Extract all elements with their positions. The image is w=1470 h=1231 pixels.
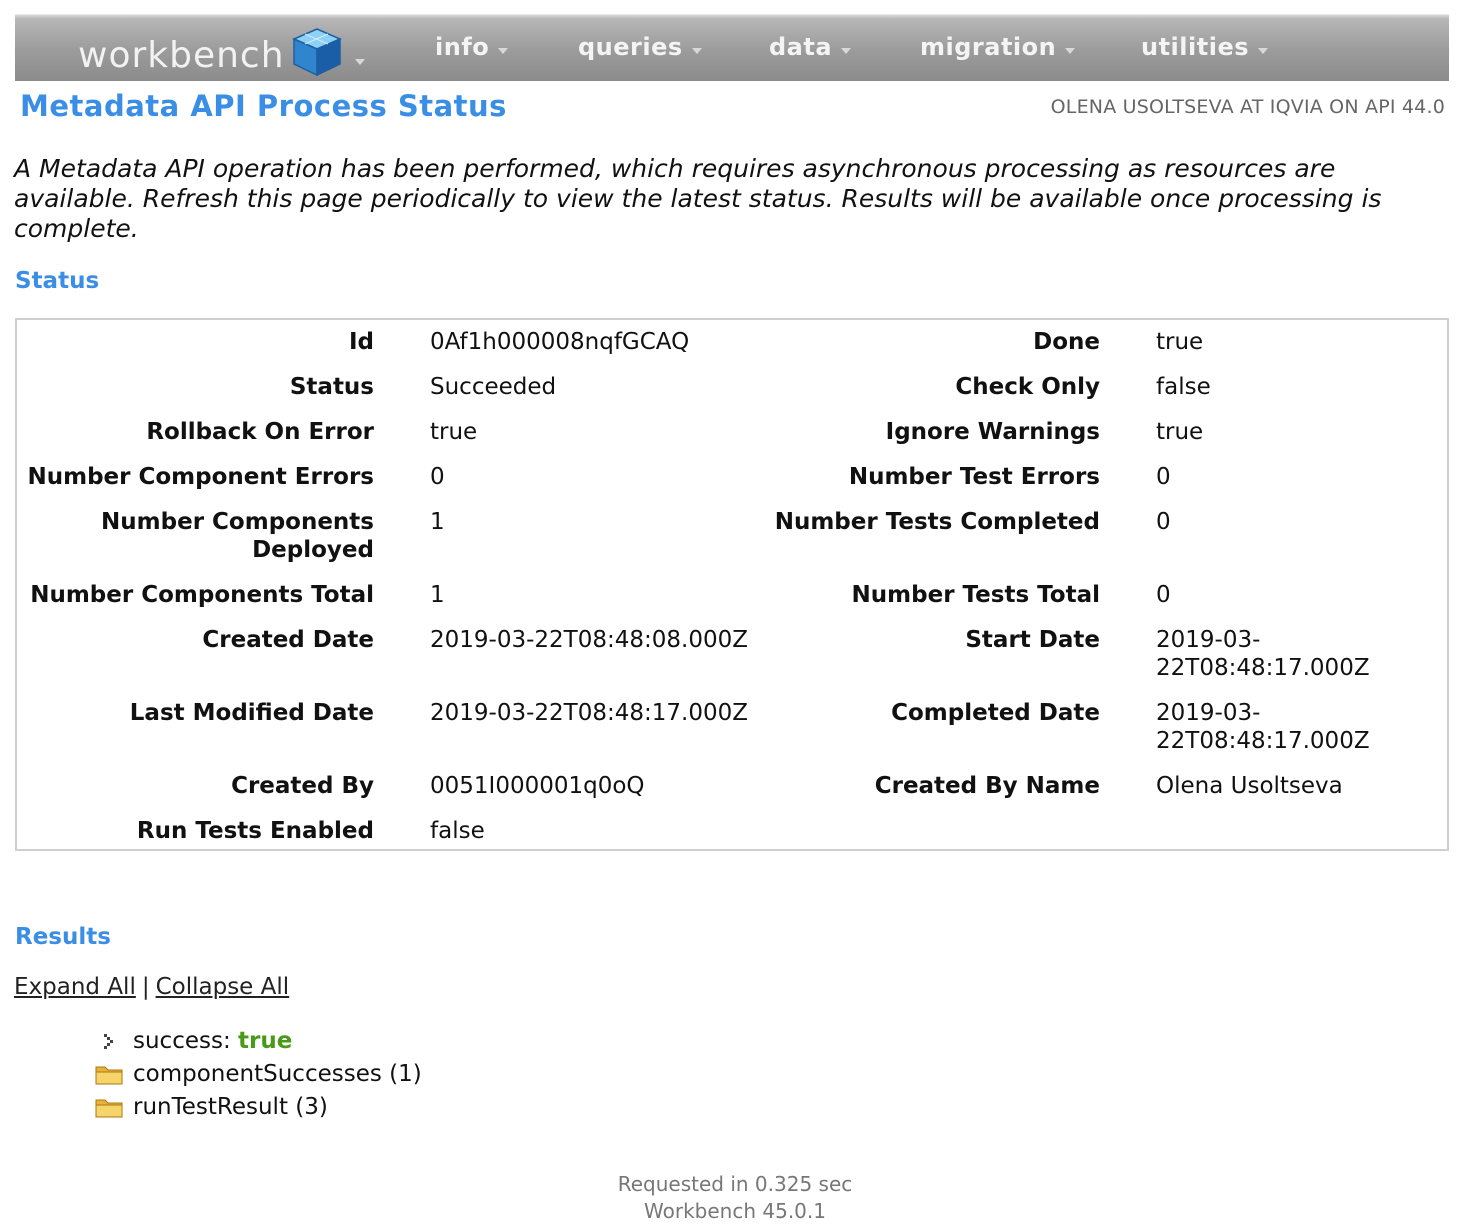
status-row: Run Tests Enabled false <box>17 817 1447 862</box>
brand-menu[interactable]: workbench <box>78 25 365 86</box>
tree-controls: Expand All | Collapse All <box>14 974 289 1000</box>
status-label: Status <box>289 374 374 400</box>
status-value: false <box>430 818 485 844</box>
status-row: Created By 0051I000001q0oQ Created By Name… <box>17 772 1447 817</box>
status-row: Number Components Deployed 1 Number Tests … <box>17 508 1447 581</box>
status-label: Number Components Total <box>30 582 374 608</box>
menu-data[interactable]: data <box>769 33 852 61</box>
menu-migration[interactable]: migration <box>920 33 1076 61</box>
footer-timing: Requested in 0.325 sec <box>617 1172 853 1196</box>
chevron-down-icon <box>691 48 702 54</box>
footer-version: Workbench 45.0.1 <box>644 1199 826 1223</box>
folder-icon <box>94 1062 124 1086</box>
status-label <box>770 817 1100 862</box>
menu-queries[interactable]: queries <box>578 33 702 61</box>
page-title: Metadata API Process Status <box>20 89 507 123</box>
results-heading: Results <box>15 924 111 950</box>
cube-logo-icon <box>291 27 343 86</box>
status-label: Created Date <box>202 627 374 653</box>
folder-name: componentSuccesses <box>133 1060 382 1087</box>
status-value: 0051I000001q0oQ <box>430 773 645 799</box>
status-value: 2019-03-22T08:48:17.000Z <box>430 700 748 726</box>
success-key: success: <box>133 1027 231 1054</box>
status-label: Run Tests Enabled <box>136 818 374 844</box>
folder-icon <box>94 1095 124 1119</box>
status-label: Check Only <box>955 374 1100 400</box>
menu-label: queries <box>578 33 683 61</box>
success-value: true <box>238 1027 293 1054</box>
status-value: false <box>1156 374 1211 400</box>
menu-label: migration <box>920 33 1057 61</box>
chevron-down-icon <box>1258 48 1268 54</box>
status-value: true <box>430 419 478 445</box>
status-value: 1 <box>430 582 445 608</box>
status-row: Rollback On Error true Ignore Warnings true <box>17 418 1447 463</box>
status-label: Number Test Errors <box>848 464 1100 490</box>
status-label: Rollback On Error <box>146 419 374 445</box>
status-value: true <box>1156 419 1204 445</box>
status-label: Created By Name <box>874 773 1100 799</box>
brand-name: workbench <box>78 35 285 76</box>
chevron-down-icon <box>354 58 365 65</box>
status-label: Ignore Warnings <box>885 419 1100 445</box>
status-label: Number Component Errors <box>27 464 375 490</box>
menu-info[interactable]: info <box>435 33 509 61</box>
chevron-down-icon <box>1065 48 1076 54</box>
folder-count: (3) <box>295 1093 328 1120</box>
status-label: Number Tests Total <box>851 582 1100 608</box>
tree-folder-runTestResult[interactable]: runTestResult (3) <box>94 1090 422 1123</box>
status-heading: Status <box>15 268 100 294</box>
menu-label: data <box>769 33 833 61</box>
folder-name: runTestResult <box>133 1093 288 1120</box>
status-value: 2019-03-22T08:48:08.000Z <box>430 627 748 653</box>
leaf-node-icon <box>94 1029 124 1053</box>
status-row: Number Component Errors 0 Number Test Erro… <box>17 463 1447 508</box>
chevron-down-icon <box>841 48 852 54</box>
status-label: Number Components Deployed <box>101 509 374 563</box>
status-value: 0 <box>1156 582 1171 608</box>
status-value: 0Af1h000008nqfGCAQ <box>430 329 690 355</box>
intro-text: A Metadata API operation has been perfor… <box>14 154 1382 243</box>
status-label: Completed Date <box>891 700 1100 726</box>
status-label: Id <box>348 329 374 355</box>
status-row: Id 0Af1h000008nqfGCAQ Done true <box>17 328 1447 373</box>
status-row: Status Succeeded Check Only false <box>17 373 1447 418</box>
status-value: 0 <box>1156 509 1171 535</box>
status-table: Id 0Af1h000008nqfGCAQ Done true Status Succee… <box>15 318 1449 851</box>
status-row: Created Date 2019-03-22T08:48:08.000Z Star… <box>17 626 1447 699</box>
collapse-all-link[interactable]: Collapse All <box>156 974 290 1000</box>
status-label: Number Tests Completed <box>774 509 1100 535</box>
menu-label: utilities <box>1141 33 1249 61</box>
status-value: true <box>1156 329 1204 355</box>
status-label: Created By <box>231 773 374 799</box>
menu-utilities[interactable]: utilities <box>1141 33 1268 61</box>
tree-item-success[interactable]: success: true <box>94 1024 422 1057</box>
tree-folder-componentSuccesses[interactable]: componentSuccesses (1) <box>94 1057 422 1090</box>
status-label: Done <box>1033 329 1100 355</box>
status-value: Olena Usoltseva <box>1156 773 1343 799</box>
status-value: Succeeded <box>430 374 557 400</box>
status-label: Start Date <box>965 627 1100 653</box>
expand-all-link[interactable]: Expand All <box>14 974 136 1000</box>
status-value <box>1100 817 1447 862</box>
status-value: 0 <box>430 464 445 490</box>
results-tree: success: true componentSuccesses (1) run… <box>94 1024 422 1123</box>
top-nav-bar: workbench info queries data migration ut… <box>15 14 1449 81</box>
status-value: 2019-03-22T08:48:17.000Z <box>1156 700 1370 754</box>
status-value: 0 <box>1156 464 1171 490</box>
status-row: Number Components Total 1 Number Tests Tot… <box>17 581 1447 626</box>
status-row: Last Modified Date 2019-03-22T08:48:17.00… <box>17 699 1447 772</box>
link-separator: | <box>141 974 150 1000</box>
user-info: OLENA USOLTSEVA AT IQVIA ON API 44.0 <box>1050 96 1445 118</box>
folder-count: (1) <box>389 1060 422 1087</box>
menu-label: info <box>435 33 490 61</box>
status-value: 1 <box>430 509 445 535</box>
chevron-down-icon <box>498 48 509 54</box>
status-value: 2019-03-22T08:48:17.000Z <box>1156 627 1370 681</box>
status-label: Last Modified Date <box>129 700 374 726</box>
